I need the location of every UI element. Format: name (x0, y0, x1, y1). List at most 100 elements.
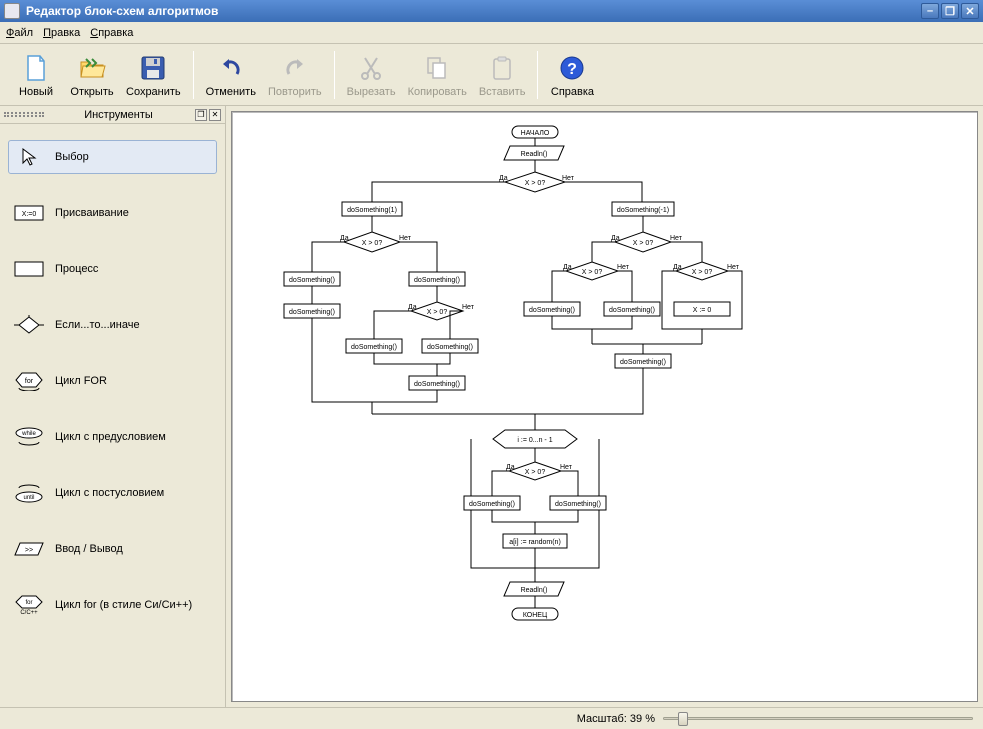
io-icon: >> (13, 539, 45, 559)
svg-text:X := 0: X := 0 (693, 307, 712, 314)
panel-float-button[interactable]: ❐ (195, 109, 207, 121)
grip-icon[interactable] (4, 112, 44, 117)
svg-text:>>: >> (25, 547, 33, 554)
svg-text:НАЧАЛО: НАЧАЛО (521, 130, 550, 137)
tool-process-label: Процесс (55, 263, 98, 275)
svg-text:C/C++: C/C++ (20, 610, 38, 616)
svg-text:for: for (25, 600, 32, 606)
toolbar: Новый Открыть Сохранить Отменить По (0, 44, 983, 106)
svg-text:Нет: Нет (670, 235, 683, 242)
svg-text:X > 0?: X > 0? (525, 180, 546, 187)
menubar: Файл Правка Справка (0, 22, 983, 44)
tool-process[interactable]: Процесс (8, 252, 217, 286)
open-folder-icon (76, 52, 108, 84)
cut-button[interactable]: Вырезать (341, 47, 402, 103)
copy-icon (421, 52, 453, 84)
clipboard-icon (486, 52, 518, 84)
paste-label: Вставить (479, 86, 526, 98)
svg-text:doSomething(): doSomething() (609, 307, 655, 314)
svg-text:Нет: Нет (560, 464, 573, 471)
tool-assign[interactable]: X:=0 Присваивание (8, 196, 217, 230)
svg-text:X > 0?: X > 0? (633, 240, 654, 247)
help-button[interactable]: ? Справка (544, 47, 600, 103)
svg-text:Readln(): Readln() (521, 151, 548, 158)
tool-cfor-label: Цикл for (в стиле Си/Си++) (55, 599, 192, 611)
svg-text:X:=0: X:=0 (22, 211, 37, 218)
svg-text:doSomething(): doSomething() (555, 501, 601, 508)
svg-text:doSomething(): doSomething() (469, 501, 515, 508)
svg-text:Нет: Нет (462, 304, 475, 311)
svg-text:Да: Да (408, 304, 417, 311)
tool-select[interactable]: Выбор (8, 140, 217, 174)
save-disk-icon (137, 52, 169, 84)
cursor-icon (13, 147, 45, 167)
redo-button[interactable]: Повторить (262, 47, 328, 103)
tools-panel-title: Инструменты (44, 109, 193, 121)
svg-text:doSomething(): doSomething() (427, 344, 473, 351)
minimize-button[interactable]: – (921, 3, 939, 19)
svg-text:X > 0?: X > 0? (692, 269, 713, 276)
svg-text:Да: Да (340, 235, 349, 242)
help-icon: ? (556, 52, 588, 84)
for-icon: for (13, 371, 45, 391)
close-button[interactable]: ✕ (961, 3, 979, 19)
tools-panel: Инструменты ❐ ✕ Выбор X:=0 Присваивание … (0, 106, 226, 707)
new-label: Новый (19, 86, 53, 98)
maximize-button[interactable]: ❐ (941, 3, 959, 19)
svg-text:X > 0?: X > 0? (427, 309, 448, 316)
diamond-icon (13, 315, 45, 335)
statusbar: Масштаб: 39 % (0, 707, 983, 729)
tool-io-label: Ввод / Вывод (55, 543, 123, 555)
cfor-icon: for C/C++ (13, 595, 45, 615)
tool-while[interactable]: while Цикл с предусловием (8, 420, 217, 454)
svg-text:Нет: Нет (562, 175, 575, 182)
tool-ifelse[interactable]: Если...то...иначе (8, 308, 217, 342)
paste-button[interactable]: Вставить (473, 47, 532, 103)
cut-label: Вырезать (347, 86, 396, 98)
svg-text:Да: Да (506, 464, 515, 471)
redo-icon (279, 52, 311, 84)
svg-text:doSomething(): doSomething() (620, 359, 666, 366)
svg-text:Да: Да (563, 264, 572, 271)
menu-help[interactable]: Справка (90, 27, 133, 39)
window-title: Редактор блок-схем алгоритмов (26, 4, 921, 18)
tool-for[interactable]: for Цикл FOR (8, 364, 217, 398)
zoom-slider[interactable] (663, 712, 973, 726)
svg-text:doSomething(): doSomething() (529, 307, 575, 314)
svg-text:X > 0?: X > 0? (525, 469, 546, 476)
svg-text:X > 0?: X > 0? (362, 240, 383, 247)
save-button[interactable]: Сохранить (120, 47, 187, 103)
svg-text:Да: Да (673, 264, 682, 271)
open-button[interactable]: Открыть (64, 47, 120, 103)
svg-text:doSomething(): doSomething() (414, 277, 460, 284)
menu-file[interactable]: Файл (6, 27, 33, 39)
svg-text:X > 0?: X > 0? (582, 269, 603, 276)
panel-close-button[interactable]: ✕ (209, 109, 221, 121)
window-titlebar: Редактор блок-схем алгоритмов – ❐ ✕ (0, 0, 983, 22)
open-label: Открыть (70, 86, 113, 98)
svg-text:Нет: Нет (727, 264, 740, 271)
app-icon (4, 3, 20, 19)
svg-text:?: ? (568, 61, 578, 78)
menu-edit[interactable]: Правка (43, 27, 80, 39)
copy-label: Копировать (408, 86, 467, 98)
undo-button[interactable]: Отменить (200, 47, 262, 103)
svg-text:doSomething(): doSomething() (289, 277, 335, 284)
new-button[interactable]: Новый (8, 47, 64, 103)
tool-until[interactable]: until Цикл с постусловием (8, 476, 217, 510)
tool-cfor[interactable]: for C/C++ Цикл for (в стиле Си/Си++) (8, 588, 217, 622)
svg-text:Да: Да (611, 235, 620, 242)
tool-io[interactable]: >> Ввод / Вывод (8, 532, 217, 566)
tool-until-label: Цикл с постусловием (55, 487, 164, 499)
tool-while-label: Цикл с предусловием (55, 431, 166, 443)
flowchart-diagram: НАЧАЛО Readln() X > 0? Да Нет doSomething… (242, 124, 962, 684)
svg-text:doSomething(1): doSomething(1) (347, 207, 397, 214)
svg-text:doSomething(-1): doSomething(-1) (617, 207, 669, 214)
svg-text:until: until (23, 495, 34, 501)
copy-button[interactable]: Копировать (402, 47, 473, 103)
assign-icon: X:=0 (13, 203, 45, 223)
svg-text:a[i] := random(n): a[i] := random(n) (509, 539, 561, 546)
canvas[interactable]: НАЧАЛО Readln() X > 0? Да Нет doSomething… (231, 111, 978, 702)
slider-thumb[interactable] (678, 712, 688, 726)
svg-text:Нет: Нет (617, 264, 630, 271)
